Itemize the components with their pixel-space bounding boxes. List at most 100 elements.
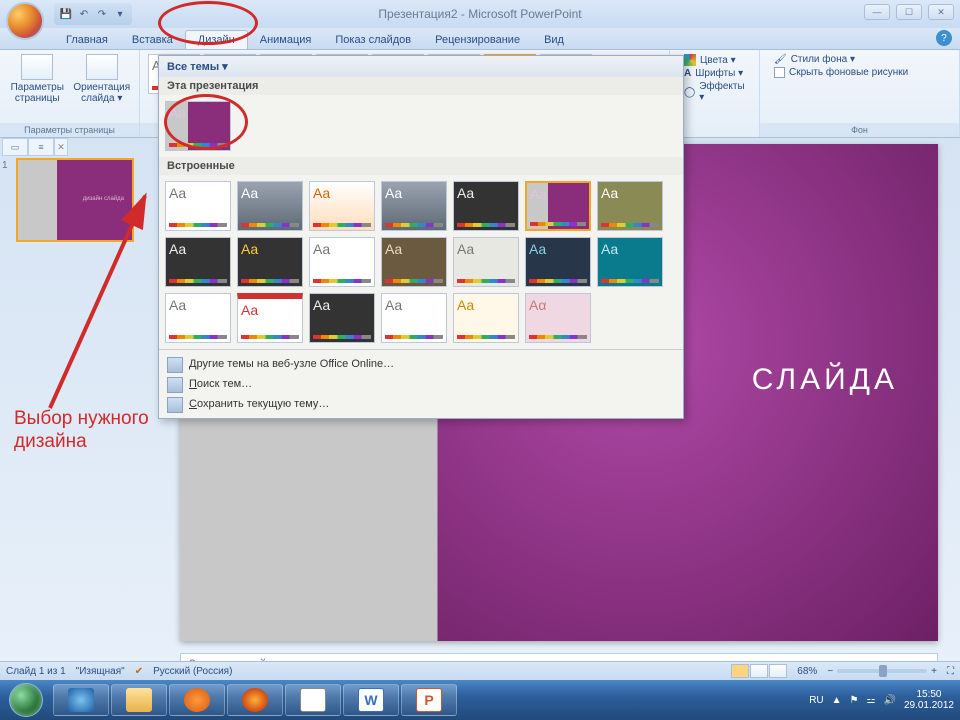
window-title: Презентация2 - Microsoft PowerPoint (378, 7, 581, 21)
sorter-view-button[interactable] (750, 664, 768, 678)
status-theme: "Изящная" (76, 666, 125, 677)
page-setup-icon (21, 54, 53, 80)
theme-thumb[interactable]: Aa (237, 181, 303, 231)
status-slide: Слайд 1 из 1 (6, 666, 66, 677)
themes-gallery-dropdown: Все темы ▾ Эта презентация Aa Встроенные… (158, 55, 684, 419)
taskbar-mediaplayer[interactable] (169, 684, 225, 716)
quick-access-toolbar: 💾 ↶ ↷ ▾ (54, 3, 132, 25)
slideshow-view-button[interactable] (769, 664, 787, 678)
theme-thumb[interactable]: Aa (309, 237, 375, 287)
tray-action-center-icon[interactable]: ⚑ (850, 695, 859, 706)
folder-icon (126, 688, 152, 712)
gallery-header[interactable]: Все темы ▾ (159, 56, 683, 77)
tray-flag-icon[interactable]: ▲ (832, 695, 842, 706)
normal-view-button[interactable] (731, 664, 749, 678)
section-this-presentation: Эта презентация (159, 77, 683, 95)
taskbar-word[interactable]: W (343, 684, 399, 716)
bg-styles-button[interactable]: 🖌Стили фона ▾ (774, 54, 951, 65)
view-buttons (731, 664, 787, 678)
tab-review[interactable]: Рецензирование (423, 31, 532, 49)
windows-logo-icon (9, 683, 43, 717)
theme-thumb[interactable]: Aa (525, 237, 591, 287)
undo-icon[interactable]: ↶ (76, 6, 92, 22)
section-builtin: Встроенные (159, 157, 683, 175)
group-page-label: Параметры страницы (0, 123, 139, 137)
theme-thumb[interactable]: Aα (525, 293, 591, 343)
slides-tab[interactable]: ▭ (2, 138, 28, 156)
office-button[interactable] (6, 2, 44, 40)
theme-thumb[interactable]: Aa (381, 181, 447, 231)
powerpoint-icon: P (416, 688, 442, 712)
start-button[interactable] (0, 680, 52, 720)
save-icon[interactable]: 💾 (58, 6, 74, 22)
theme-thumb[interactable]: Aa (309, 293, 375, 343)
slide-thumbnail[interactable]: дизайн слайда (16, 158, 134, 242)
theme-thumb[interactable]: Aa (237, 293, 303, 343)
theme-thumb[interactable]: Aa (597, 237, 663, 287)
search-icon (167, 377, 183, 393)
slide-number: 1 (2, 160, 8, 171)
status-language[interactable]: Русский (Россия) (153, 666, 232, 677)
checkbox-icon (774, 67, 785, 78)
theme-thumb[interactable]: Aa (165, 237, 231, 287)
theme-thumb[interactable]: Aa (453, 237, 519, 287)
fit-window-icon[interactable]: ⛶ (947, 666, 954, 677)
fonts-button[interactable]: AШрифты ▾ (684, 68, 751, 79)
firefox-icon (242, 688, 268, 712)
tray-volume-icon[interactable]: 🔊 (883, 695, 895, 706)
tab-slideshow[interactable]: Показ слайдов (323, 31, 423, 49)
spellcheck-icon[interactable]: ✔ (135, 666, 143, 677)
tab-insert[interactable]: Вставка (120, 31, 185, 49)
theme-thumb[interactable]: Aa (309, 181, 375, 231)
page-setup-button[interactable]: Параметры страницы (8, 54, 67, 104)
orientation-label: Ориентация слайда ▾ (73, 82, 132, 104)
tray-lang[interactable]: RU (809, 695, 823, 706)
tab-design[interactable]: Дизайн (185, 30, 248, 49)
zoom-out-icon[interactable]: − (827, 666, 833, 677)
save-icon (167, 397, 183, 413)
tab-animation[interactable]: Анимация (248, 31, 324, 49)
theme-thumb[interactable]: Aa (381, 237, 447, 287)
theme-thumb[interactable]: Aa (381, 293, 447, 343)
orientation-button[interactable]: Ориентация слайда ▾ (73, 54, 132, 104)
taskbar-explorer[interactable] (111, 684, 167, 716)
hide-bg-checkbox[interactable]: Скрыть фоновые рисунки (774, 67, 951, 78)
fonts-icon: A (684, 68, 691, 79)
taskbar-ie[interactable] (53, 684, 109, 716)
zoom-in-icon[interactable]: + (931, 666, 937, 677)
zoom-percent[interactable]: 68% (797, 666, 817, 677)
theme-current[interactable]: Aa (165, 101, 231, 151)
close-button[interactable]: ✕ (928, 4, 954, 20)
more-themes-online[interactable]: Другие темы на веб-узле Office Online… (159, 354, 683, 374)
help-icon[interactable]: ? (936, 30, 952, 46)
taskbar-app[interactable] (285, 684, 341, 716)
theme-thumb[interactable]: Aa (453, 293, 519, 343)
colors-button[interactable]: Цвета ▾ (684, 54, 751, 66)
tray-clock[interactable]: 15:50 29.01.2012 (904, 689, 954, 711)
tray-network-icon[interactable]: ⚍ (867, 695, 876, 706)
zoom-slider[interactable]: − + (827, 666, 937, 677)
maximize-button[interactable]: ☐ (896, 4, 922, 20)
taskbar-firefox[interactable] (227, 684, 283, 716)
tab-home[interactable]: Главная (54, 31, 120, 49)
theme-thumb[interactable]: Aa (165, 293, 231, 343)
taskbar-powerpoint[interactable]: P (401, 684, 457, 716)
outline-tab[interactable]: ≡ (28, 138, 54, 156)
effects-button[interactable]: ◯Эффекты ▾ (684, 81, 751, 103)
theme-thumb-selected[interactable]: Aa (525, 181, 591, 231)
bg-styles-icon: 🖌 (774, 54, 787, 65)
effects-icon: ◯ (684, 87, 695, 98)
theme-thumb[interactable]: Aa (453, 181, 519, 231)
save-current-theme[interactable]: Сохранить текущую тему… (159, 394, 683, 414)
thumb-title: дизайн слайда (83, 196, 124, 202)
redo-icon[interactable]: ↷ (94, 6, 110, 22)
tab-view[interactable]: Вид (532, 31, 576, 49)
search-themes[interactable]: Поиск тем… (159, 374, 683, 394)
theme-thumb[interactable]: Aa (237, 237, 303, 287)
qat-more-icon[interactable]: ▾ (112, 6, 128, 22)
app-icon (300, 688, 326, 712)
close-panel-icon[interactable]: ✕ (54, 138, 68, 156)
theme-thumb[interactable]: Aa (165, 181, 231, 231)
minimize-button[interactable]: — (864, 4, 890, 20)
theme-thumb[interactable]: Aa (597, 181, 663, 231)
